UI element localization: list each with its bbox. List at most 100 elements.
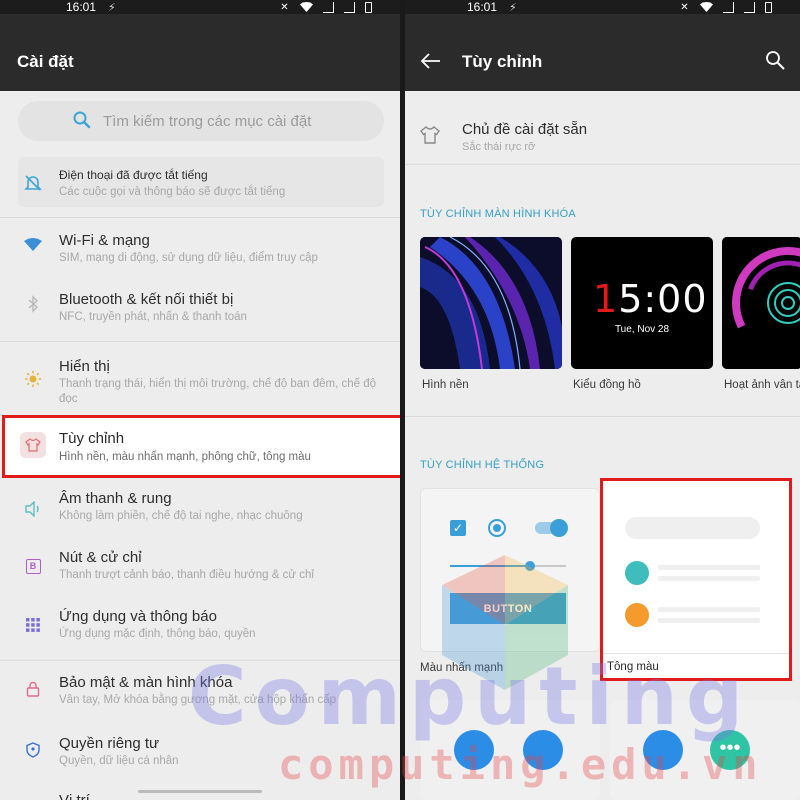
icon-shape-card[interactable]: ••• [610, 700, 800, 800]
item-title: Nút & cử chỉ [59, 549, 142, 566]
tone-card[interactable]: Tông màu [600, 478, 792, 681]
status-bar: 16:01 ⚡ ✕ [405, 0, 800, 14]
item-subtitle: Các cuộc gọi và thông báo sẽ được tắt ti… [59, 186, 286, 198]
list-item-silent[interactable]: Điện thoại đã được tắt tiếng Các cuộc gọ… [0, 157, 400, 207]
wallpaper-thumb[interactable] [420, 237, 562, 369]
item-title: Ứng dụng và thông báo [59, 608, 217, 625]
status-vibrate-icon: ⚡ [509, 2, 517, 14]
clock-caption: Kiểu đồng hồ [573, 379, 641, 391]
status-time: 16:01 [66, 0, 97, 14]
button-icon: B [20, 553, 46, 579]
item-subtitle: Thanh trượt cảnh báo, thanh điều hướng &… [59, 569, 314, 581]
tone-bar [625, 517, 760, 539]
divider [0, 217, 400, 218]
fingerprint-anim-thumb[interactable] [722, 237, 800, 369]
wallpaper-image [420, 237, 562, 369]
list-item-customize[interactable]: Tùy chỉnh Hình nền, màu nhấn mạnh, phông… [0, 418, 400, 475]
grid-icon [20, 612, 46, 638]
clock-date: Tue, Nov 28 [614, 324, 670, 335]
phone-icon [643, 730, 683, 770]
bluetooth-icon [20, 291, 46, 317]
map-pin-icon [523, 730, 563, 770]
divider [405, 416, 800, 417]
item-title: Tùy chỉnh [59, 430, 125, 447]
divider [0, 341, 400, 342]
line-placeholder [658, 576, 760, 581]
item-title: Âm thanh & rung [59, 490, 172, 507]
tone-caption: Tông màu [607, 661, 659, 673]
item-title: Điện thoại đã được tắt tiếng [59, 168, 208, 182]
clock-time: 15:00 [593, 277, 708, 321]
clock-digit: 1 [593, 277, 619, 321]
item-title: Hiển thị [59, 358, 110, 375]
preset-title: Chủ đề cài đặt sẵn [462, 121, 588, 138]
fingerprint-caption: Hoạt ảnh vân tay [724, 379, 800, 391]
list-item-wifi[interactable]: Wi-Fi & mạng SIM, mạng di động, sử dụng … [0, 224, 400, 278]
search-icon [73, 111, 91, 129]
back-arrow-icon[interactable] [420, 50, 442, 72]
item-subtitle: Hình nền, màu nhấn mạnh, phông chữ, tông… [59, 451, 311, 463]
home-indicator [138, 790, 262, 793]
slider-track [450, 561, 566, 571]
line-placeholder [658, 565, 760, 570]
message-icon [454, 730, 494, 770]
radio-icon [488, 519, 506, 537]
list-item-buttons[interactable]: B Nút & cử chỉ Thanh trượt cảnh báo, tha… [0, 547, 400, 601]
settings-panel: 16:01 ⚡ ✕ Cài đặt Tìm kiếm trong các mục… [0, 0, 400, 800]
list-item-display[interactable]: Hiển thị Thanh trạng thái, hiển thị môi … [0, 350, 400, 410]
more-icon: ••• [710, 730, 750, 770]
preset-subtitle: Sắc thái rực rỡ [462, 141, 536, 153]
card-divider [603, 653, 789, 654]
signal-2-icon [344, 1, 355, 13]
list-item-location[interactable]: Vị trí [0, 786, 400, 800]
speaker-icon [20, 496, 46, 522]
item-subtitle: Không làm phiền, chế độ tai nghe, nhạc c… [59, 510, 303, 522]
list-item-privacy[interactable]: Quyền riêng tư Quyền, dữ liệu cá nhân [0, 727, 400, 781]
sample-button: BUTTON [450, 593, 566, 624]
signal-icon [723, 1, 734, 13]
list-item-sound[interactable]: Âm thanh & rung Không làm phiền, chế độ … [0, 488, 400, 542]
icon-pack-card[interactable] [420, 700, 600, 800]
status-bar: 16:01 ⚡ ✕ [0, 0, 400, 14]
clock-style-thumb[interactable]: 15:00 Tue, Nov 28 [571, 237, 713, 369]
bell-off-icon [20, 170, 46, 196]
line-placeholder [658, 618, 760, 623]
item-title: Bảo mật & màn hình khóa [59, 674, 233, 691]
shirt-icon [420, 126, 440, 144]
wifi-status-icon [700, 2, 713, 12]
wifi-status-icon [300, 2, 313, 12]
toggle-icon [535, 519, 568, 537]
system-section-header: TÙY CHỈNH HỆ THỐNG [420, 459, 545, 471]
battery-icon [765, 1, 772, 13]
page-title: Tùy chỉnh [462, 52, 543, 71]
signal-2-icon [744, 1, 755, 13]
fingerprint-icon [722, 237, 800, 369]
item-title: Vị trí [59, 792, 90, 800]
page-title: Cài đặt [17, 52, 74, 71]
accent-caption: Màu nhấn mạnh [420, 662, 504, 674]
accent-color-card[interactable]: ✓ [420, 488, 600, 652]
clock-rest: 5:00 [618, 277, 708, 321]
app-bar: Cài đặt [0, 14, 400, 91]
item-subtitle: NFC, truyền phát, nhấn & thanh toán [59, 311, 247, 323]
item-subtitle: Vân tay, Mở khóa bằng gương mặt, cửa hộp… [59, 694, 337, 706]
battery-icon [365, 1, 372, 13]
search-icon[interactable] [764, 49, 786, 71]
item-subtitle: Ứng dụng mặc định, thông báo, quyền [59, 628, 256, 640]
list-item-apps[interactable]: Ứng dụng và thông báo Ứng dụng mặc định,… [0, 606, 400, 660]
list-item-security[interactable]: Bảo mật & màn hình khóa Vân tay, Mở khóa… [0, 666, 400, 720]
brightness-icon [20, 366, 46, 392]
list-item-bluetooth[interactable]: Bluetooth & kết nối thiết bị NFC, truyền… [0, 283, 400, 337]
app-bar: Tùy chỉnh [405, 14, 800, 91]
item-subtitle: SIM, mạng di động, sử dụng dữ liệu, điểm… [59, 252, 318, 264]
divider [0, 660, 400, 661]
search-placeholder: Tìm kiếm trong các mục cài đặt [103, 113, 312, 130]
customize-panel: 16:01 ⚡ ✕ Tùy chỉnh Chủ đề cài đặt sẵn S… [405, 0, 800, 800]
search-input[interactable]: Tìm kiếm trong các mục cài đặt [18, 101, 384, 141]
shield-icon [20, 737, 46, 763]
lock-section-header: TÙY CHỈNH MÀN HÌNH KHÓA [420, 208, 576, 220]
mute-icon: ✕ [280, 1, 289, 13]
orange-dot [625, 603, 649, 627]
status-time: 16:01 [467, 0, 498, 14]
mute-icon: ✕ [680, 1, 689, 13]
